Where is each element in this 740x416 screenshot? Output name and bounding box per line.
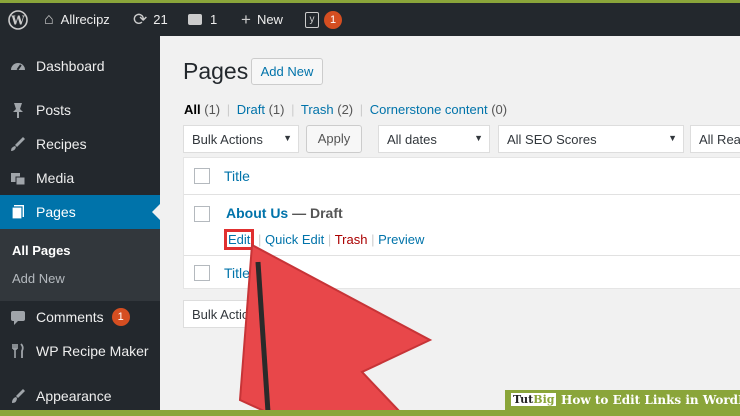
bottom-green-border <box>0 410 740 416</box>
watermark-brand-a: Tut <box>513 393 534 406</box>
watermark-bar: TutBig How to Edit Links in WordPress <box>505 390 740 411</box>
wp-admin-screen: W ⌂ Allrecipz ⟳ 21 1 + New y 1 Dashboard <box>0 0 740 416</box>
watermark-brand: TutBig <box>511 393 557 406</box>
watermark-brand-b: Big <box>533 393 555 406</box>
pointer-arrow <box>238 243 433 416</box>
watermark-caption: How to Edit Links in WordPress <box>561 393 740 407</box>
